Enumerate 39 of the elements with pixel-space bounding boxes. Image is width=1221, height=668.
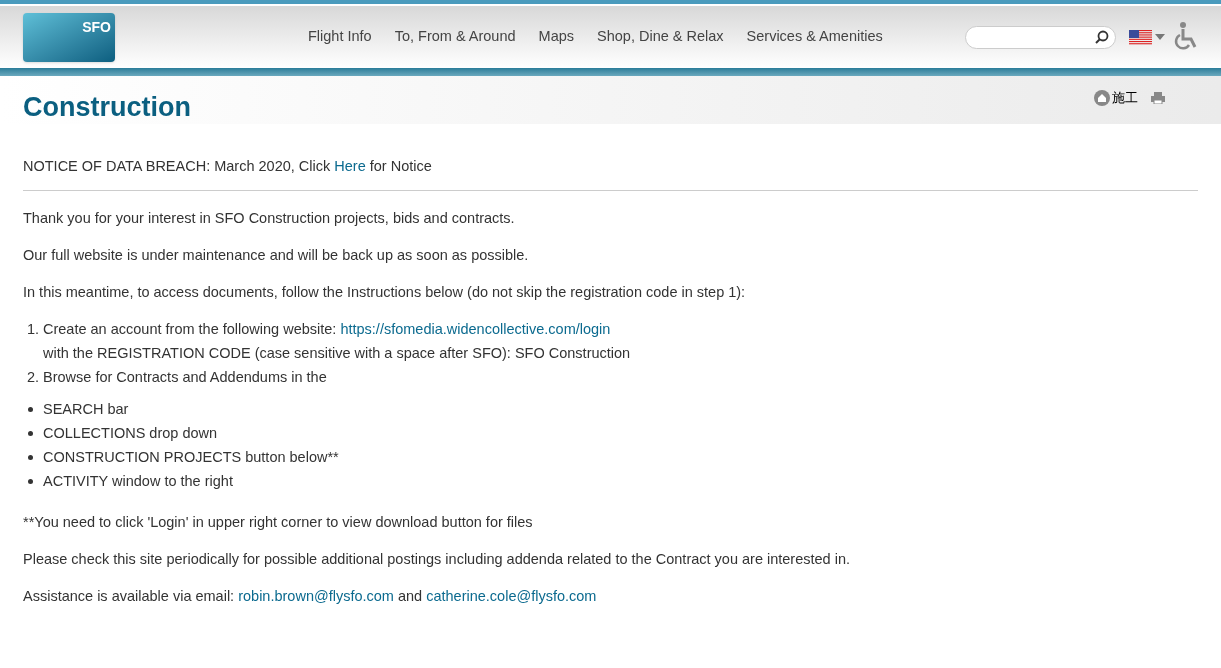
list-number: 1. (25, 320, 39, 339)
body-paragraph: **You need to click 'Login' in upper right corner to view download button for files (23, 513, 534, 532)
text-link[interactable]: catherine.cole@flysfo.com (426, 588, 597, 604)
body-paragraph: Our full website is under maintenance and will be back up as soon as possible. (23, 246, 530, 265)
bullet-text: COLLECTIONS drop down (43, 424, 218, 443)
text-link[interactable]: https://sfomedia.widencollective.com/login (340, 321, 611, 337)
nav-link[interactable]: To, From & Around (394, 26, 516, 48)
nav-link[interactable]: Shop, Dine & Relax (597, 26, 724, 48)
bullet-text: SEARCH bar (43, 400, 129, 419)
bullet-icon (28, 406, 33, 412)
page-title: Construction (23, 94, 191, 121)
step-text: with the REGISTRATION CODE (case sensitive with a space after SFO): SFO Construction (43, 344, 631, 363)
body-paragraph: In this meantime, to access documents, follow the Instructions below (do not skip the registration code in step 1): (23, 283, 747, 302)
step-text: Create an account from the following website: https://sfomedia.widencollective.com/login (43, 320, 612, 339)
print-icon[interactable] (1151, 91, 1165, 104)
body-paragraph: Assistance is available via email: robin.brown@flysfo.com and catherine.cole@flysfo.com (23, 587, 598, 606)
bullet-text: ACTIVITY window to the right (43, 472, 233, 491)
bullet-text: CONSTRUCTION PROJECTS button below** (43, 448, 339, 467)
nav-link[interactable]: Services & Amenities (746, 26, 883, 48)
breadcrumb-link[interactable]: 施工 (1094, 88, 1138, 108)
body-paragraph: Thank you for your interest in SFO Construction projects, bids and contracts. (23, 209, 516, 228)
text-link[interactable]: Here (334, 158, 366, 174)
dropdown-caret-icon[interactable] (1155, 34, 1165, 40)
bullet-icon (28, 478, 33, 484)
sfo-logo[interactable]: SFO (23, 12, 115, 62)
flag-icon[interactable] (1129, 29, 1152, 45)
search-field[interactable] (965, 25, 1116, 49)
body-paragraph: Please check this site periodically for possible additional postings including addenda related to the Contract you are interested in. (23, 550, 851, 569)
step-text: Browse for Contracts and Addendums in the (43, 368, 328, 387)
search-icon[interactable] (1095, 30, 1109, 44)
nav-link[interactable]: Flight Info (308, 26, 372, 48)
bullet-icon (28, 430, 33, 436)
notice-text: NOTICE OF DATA BREACH: March 2020, Click Here for Notice (23, 156, 1198, 191)
bullet-icon (28, 454, 33, 460)
home-icon (1094, 89, 1110, 106)
wheelchair-icon[interactable] (1174, 22, 1198, 52)
text-link[interactable]: robin.brown@flysfo.com (238, 588, 394, 604)
nav-link[interactable]: Maps (538, 26, 575, 48)
list-number: 2. (25, 368, 39, 387)
